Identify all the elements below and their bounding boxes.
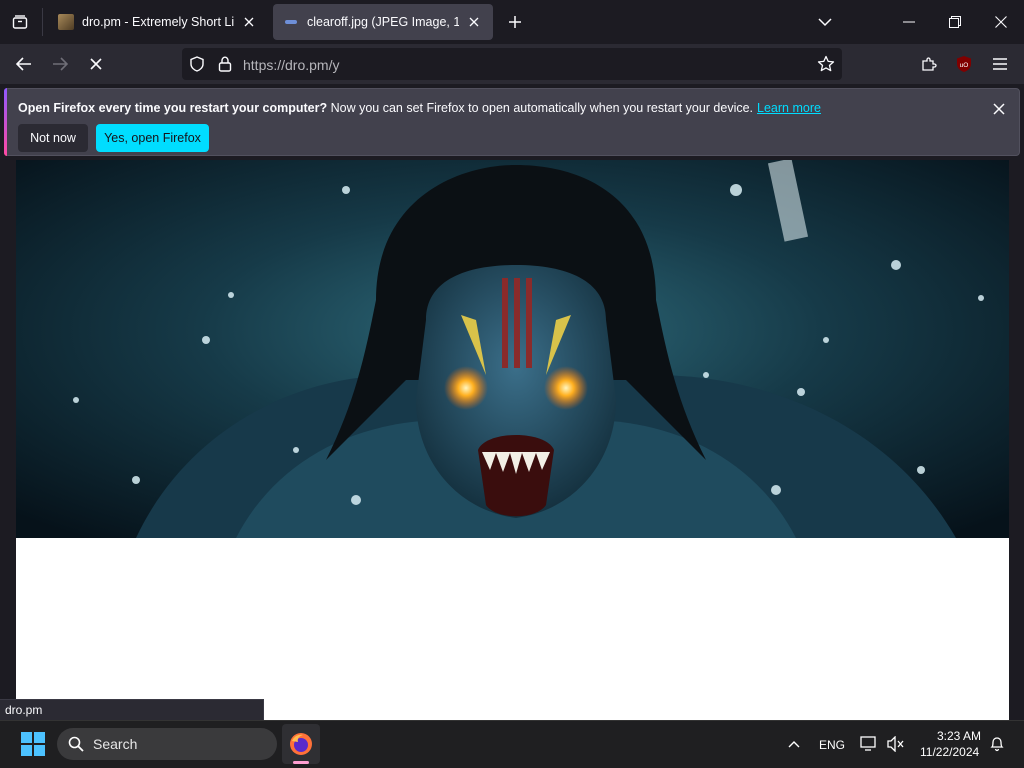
close-tab-icon[interactable] [465,13,483,31]
tab-title: dro.pm - Extremely Short Links [82,15,234,29]
notification-message: Open Firefox every time you restart your… [18,101,821,115]
windows-start-icon[interactable] [16,728,50,760]
stop-icon[interactable] [80,48,112,80]
notification-accent [4,88,7,156]
notification-bell-icon[interactable] [986,732,1008,756]
loading-icon [283,14,299,30]
notification-title: Open Firefox every time you restart your… [18,101,328,115]
tab-clearoff-jpg[interactable]: clearoff.jpg (JPEG Image, 1920 [273,4,493,40]
clock-date[interactable]: 11/22/2024 [920,745,979,759]
learn-more-link[interactable]: Learn more [757,101,821,115]
svg-text:uO: uO [960,62,969,69]
back-arrow-icon[interactable] [8,48,40,80]
chevron-up-icon[interactable] [783,732,805,756]
tab-list-icon[interactable] [4,6,36,38]
tab-separator [42,8,43,36]
active-app-indicator [293,761,309,764]
not-now-button[interactable]: Not now [18,124,88,152]
star-icon[interactable] [816,54,836,74]
clock-time[interactable]: 3:23 AM [937,729,981,743]
close-notification-icon[interactable] [986,96,1012,122]
shield-icon[interactable] [188,55,206,73]
tab-title: clearoff.jpg (JPEG Image, 1920 [307,15,459,29]
puzzle-icon[interactable] [916,52,942,76]
ublock-icon[interactable]: uO [952,52,976,76]
lock-icon[interactable] [216,55,234,73]
status-bar: dro.pm [0,699,264,720]
page-background [16,538,1009,720]
search-label: Search [93,736,138,752]
taskbar-search-box[interactable] [57,728,277,760]
network-icon[interactable] [858,732,880,756]
tab-dro-pm[interactable]: dro.pm - Extremely Short Links [48,4,268,40]
forward-arrow-icon[interactable] [44,48,76,80]
close-tab-icon[interactable] [240,13,258,31]
minimize-icon[interactable] [886,2,932,42]
favicon-icon [58,14,74,30]
displayed-image[interactable] [16,160,1009,538]
yes-open-firefox-button[interactable]: Yes, open Firefox [96,124,209,152]
notification-body: Now you can set Firefox to open automati… [327,101,754,115]
hamburger-menu-icon[interactable] [986,52,1014,76]
plus-icon[interactable] [500,6,530,38]
restore-icon[interactable] [932,2,978,42]
chevron-down-icon[interactable] [810,6,840,38]
search-icon [66,734,86,754]
volume-muted-icon[interactable] [884,732,908,756]
url-text[interactable]: https://dro.pm/y [243,57,339,73]
firefox-taskbar-icon[interactable] [282,724,320,764]
close-icon[interactable] [978,2,1024,42]
language-indicator[interactable]: ENG [819,738,845,752]
